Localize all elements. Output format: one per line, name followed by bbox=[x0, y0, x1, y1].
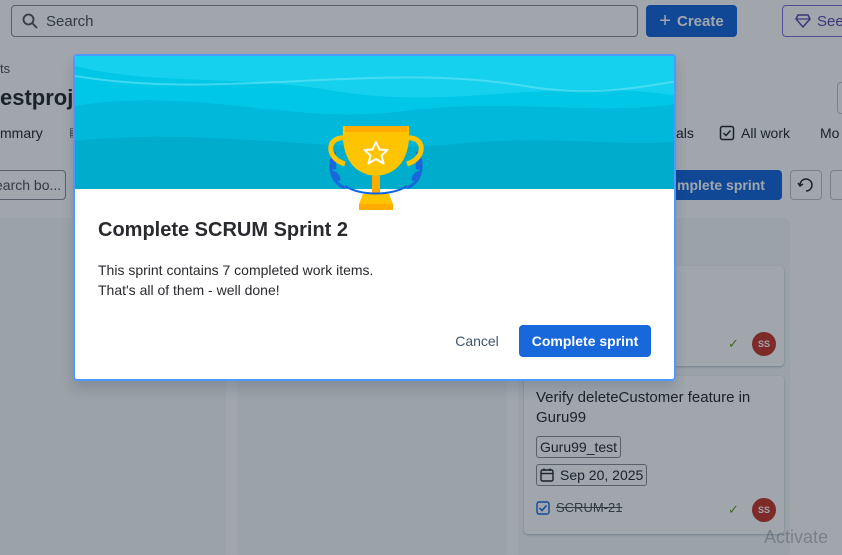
dialog-body-line: That's all of them - well done! bbox=[98, 282, 280, 298]
dialog-body-line: This sprint contains 7 completed work it… bbox=[98, 262, 374, 278]
dialog-title: Complete SCRUM Sprint 2 bbox=[98, 219, 349, 241]
cancel-button[interactable]: Cancel bbox=[442, 325, 512, 357]
trophy-icon bbox=[328, 126, 424, 210]
dialog-body: This sprint contains 7 completed work it… bbox=[98, 260, 373, 300]
complete-sprint-button[interactable]: Complete sprint bbox=[519, 325, 651, 357]
complete-sprint-dialog: Complete SCRUM Sprint 2 This sprint cont… bbox=[73, 54, 676, 381]
